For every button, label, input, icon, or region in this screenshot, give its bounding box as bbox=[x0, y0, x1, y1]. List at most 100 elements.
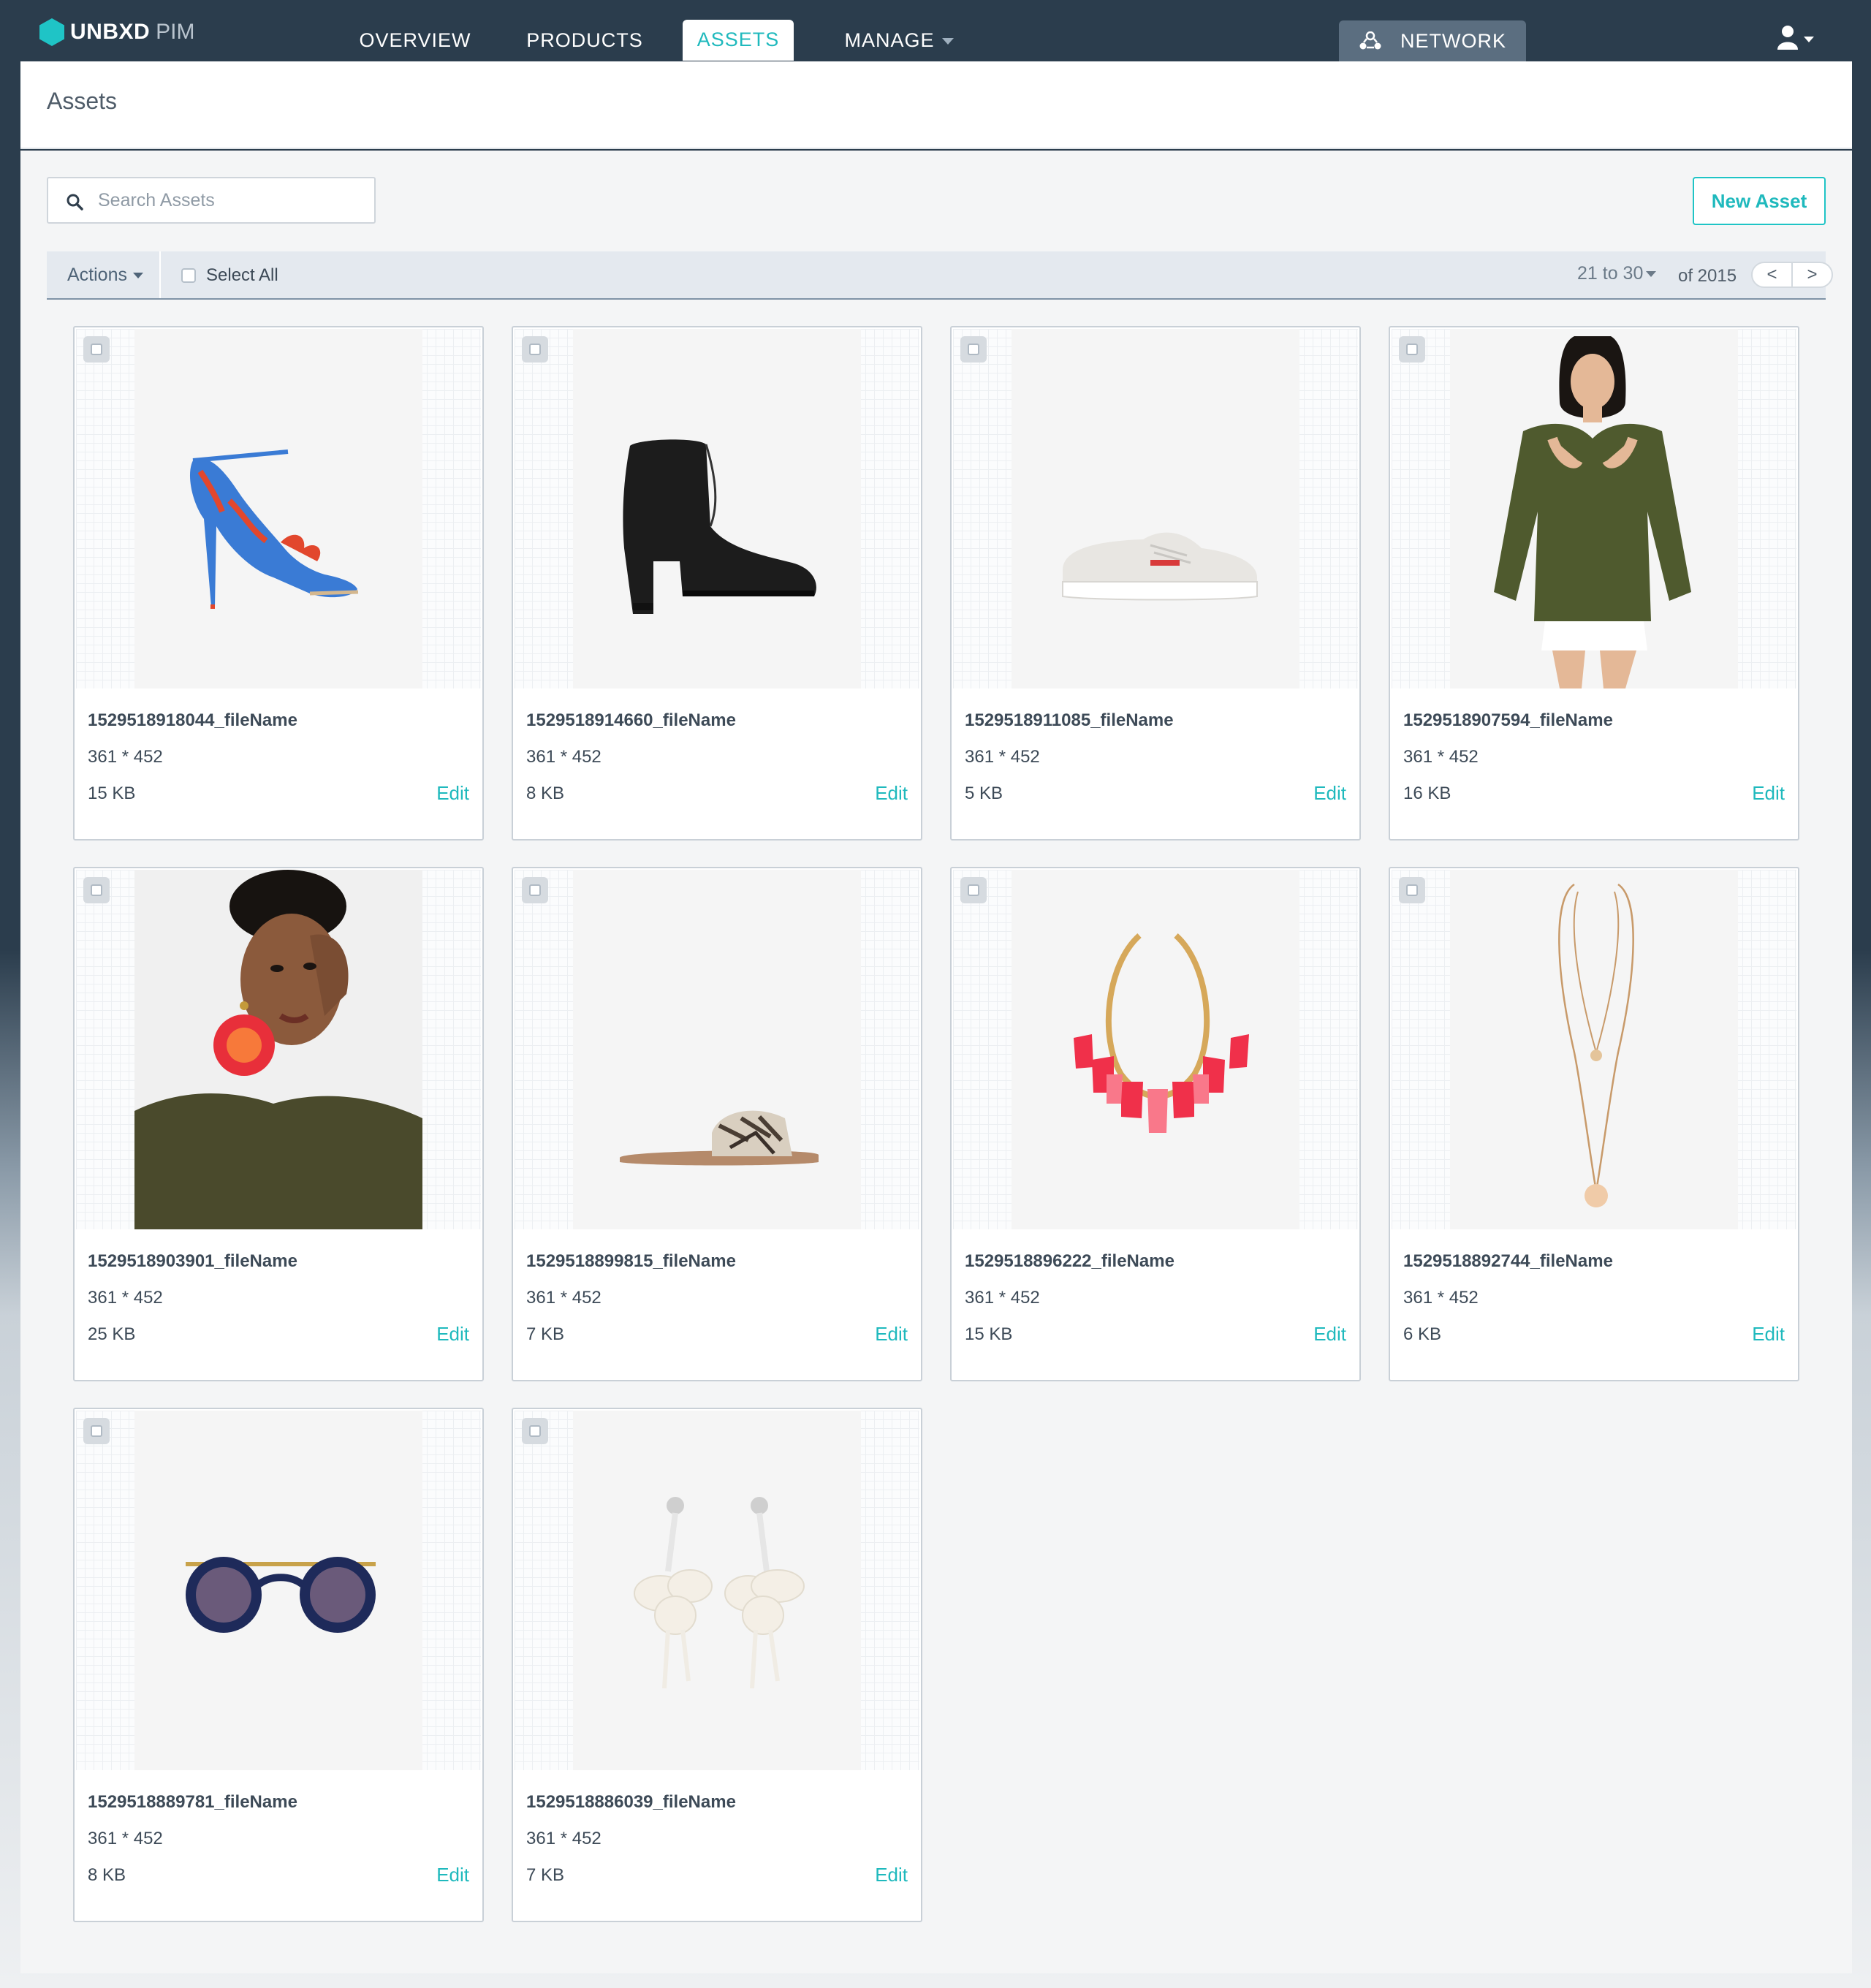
nav-overview[interactable]: OVERVIEW bbox=[342, 20, 488, 61]
asset-dimensions: 361 * 452 bbox=[1403, 1288, 1479, 1308]
asset-file-name: 1529518886039_fileName bbox=[526, 1792, 736, 1812]
nav-products[interactable]: PRODUCTS bbox=[512, 20, 658, 61]
nav-manage[interactable]: MANAGE bbox=[826, 20, 972, 61]
search-input[interactable] bbox=[98, 184, 361, 216]
next-page-button[interactable]: > bbox=[1793, 263, 1832, 287]
asset-edit-link[interactable]: Edit bbox=[875, 782, 908, 805]
asset-card[interactable]: 1529518892744_fileName 361 * 452 6 KB Ed… bbox=[1389, 867, 1799, 1381]
asset-card[interactable]: 1529518907594_fileName 361 * 452 16 KB E… bbox=[1389, 326, 1799, 841]
asset-checkbox[interactable] bbox=[960, 877, 987, 903]
user-icon bbox=[1777, 26, 1814, 50]
asset-dimensions: 361 * 452 bbox=[88, 747, 163, 767]
asset-edit-link[interactable]: Edit bbox=[436, 1864, 469, 1886]
chevron-down-icon bbox=[132, 273, 143, 279]
asset-edit-link[interactable]: Edit bbox=[1752, 782, 1785, 805]
asset-card[interactable]: 1529518918044_fileName 361 * 452 15 KB E… bbox=[73, 326, 484, 841]
nav-assets[interactable]: ASSETS bbox=[683, 20, 794, 61]
select-all-checkbox[interactable] bbox=[181, 268, 196, 283]
select-all[interactable]: Select All bbox=[181, 265, 278, 287]
asset-edit-link[interactable]: Edit bbox=[1313, 1323, 1346, 1346]
asset-dimensions: 361 * 452 bbox=[965, 1288, 1040, 1308]
asset-size: 5 KB bbox=[965, 784, 1003, 803]
assets-toolbar: Actions Select All 21 to 30 of 2015 < > bbox=[47, 251, 1833, 300]
network-button[interactable]: NETWORK bbox=[1339, 20, 1526, 61]
asset-thumbnail bbox=[1392, 870, 1796, 1229]
asset-checkbox[interactable] bbox=[83, 1418, 110, 1444]
asset-edit-link[interactable]: Edit bbox=[875, 1864, 908, 1886]
asset-checkbox[interactable] bbox=[83, 877, 110, 903]
asset-image bbox=[634, 1497, 805, 1689]
asset-image bbox=[134, 870, 422, 1229]
asset-checkbox[interactable] bbox=[522, 877, 548, 903]
asset-thumbnail bbox=[515, 329, 919, 688]
asset-card[interactable]: 1529518896222_fileName 361 * 452 15 KB E… bbox=[950, 867, 1361, 1381]
asset-thumbnail bbox=[953, 329, 1358, 688]
asset-thumbnail bbox=[76, 329, 481, 688]
asset-image bbox=[620, 1110, 819, 1166]
asset-thumbnail bbox=[515, 1411, 919, 1770]
asset-edit-link[interactable]: Edit bbox=[436, 782, 469, 805]
asset-card[interactable]: 1529518889781_fileName 361 * 452 8 KB Ed… bbox=[73, 1408, 484, 1922]
asset-file-name: 1529518889781_fileName bbox=[88, 1792, 297, 1812]
actions-dropdown[interactable]: Actions bbox=[47, 251, 161, 298]
network-label: NETWORK bbox=[1400, 30, 1506, 52]
asset-file-name: 1529518892744_fileName bbox=[1403, 1251, 1613, 1271]
chevron-down-icon bbox=[941, 38, 954, 45]
asset-file-name: 1529518914660_fileName bbox=[526, 710, 736, 730]
prev-page-button[interactable]: < bbox=[1753, 263, 1793, 287]
page-range-dropdown[interactable]: 21 to 30 bbox=[1577, 263, 1657, 284]
asset-card[interactable]: 1529518886039_fileName 361 * 452 7 KB Ed… bbox=[512, 1408, 922, 1922]
asset-card[interactable]: 1529518911085_fileName 361 * 452 5 KB Ed… bbox=[950, 326, 1361, 841]
page-range-label: 21 to 30 bbox=[1577, 263, 1644, 284]
asset-image bbox=[189, 449, 359, 609]
asset-size: 6 KB bbox=[1403, 1324, 1442, 1344]
asset-dimensions: 361 * 452 bbox=[1403, 747, 1479, 767]
asset-checkbox[interactable] bbox=[522, 336, 548, 363]
asset-dimensions: 361 * 452 bbox=[526, 747, 601, 767]
asset-file-name: 1529518918044_fileName bbox=[88, 710, 297, 730]
asset-checkbox[interactable] bbox=[960, 336, 987, 363]
pager-buttons: < > bbox=[1751, 262, 1833, 288]
asset-dimensions: 361 * 452 bbox=[965, 747, 1040, 767]
asset-file-name: 1529518911085_fileName bbox=[965, 710, 1174, 730]
asset-edit-link[interactable]: Edit bbox=[436, 1323, 469, 1346]
logo-product: PIM bbox=[156, 20, 195, 44]
nav-assets-label: ASSETS bbox=[697, 29, 780, 50]
asset-dimensions: 361 * 452 bbox=[88, 1829, 163, 1848]
logo[interactable]: UNBXD PIM bbox=[39, 16, 195, 48]
asset-size: 25 KB bbox=[88, 1324, 136, 1344]
asset-edit-link[interactable]: Edit bbox=[1313, 782, 1346, 805]
asset-edit-link[interactable]: Edit bbox=[875, 1323, 908, 1346]
asset-card[interactable]: 1529518914660_fileName 361 * 452 8 KB Ed… bbox=[512, 326, 922, 841]
asset-dimensions: 361 * 452 bbox=[526, 1829, 601, 1848]
asset-dimensions: 361 * 452 bbox=[88, 1288, 163, 1308]
logo-hex-icon bbox=[39, 18, 64, 46]
page-total: of 2015 bbox=[1678, 266, 1737, 286]
asset-card[interactable]: 1529518899815_fileName 361 * 452 7 KB Ed… bbox=[512, 867, 922, 1381]
page-title: Assets bbox=[47, 88, 118, 114]
asset-image bbox=[623, 439, 816, 614]
asset-thumbnail bbox=[1392, 329, 1796, 688]
new-asset-button[interactable]: New Asset bbox=[1693, 177, 1826, 225]
user-menu[interactable] bbox=[1777, 25, 1815, 51]
nav-products-label: PRODUCTS bbox=[526, 29, 643, 51]
asset-image bbox=[1062, 532, 1258, 601]
asset-size: 16 KB bbox=[1403, 784, 1451, 803]
asset-checkbox[interactable] bbox=[1399, 877, 1425, 903]
asset-edit-link[interactable]: Edit bbox=[1752, 1323, 1785, 1346]
asset-card[interactable]: 1529518903901_fileName 361 * 452 25 KB E… bbox=[73, 867, 484, 1381]
asset-thumbnail bbox=[515, 870, 919, 1229]
asset-image bbox=[1074, 933, 1249, 1133]
asset-checkbox[interactable] bbox=[83, 336, 110, 363]
page-header: Assets bbox=[20, 61, 1852, 149]
top-navigation: UNBXD PIM OVERVIEW PRODUCTS ASSETS MANAG… bbox=[0, 0, 1871, 61]
search-box[interactable] bbox=[47, 177, 376, 224]
actions-label: Actions bbox=[67, 265, 127, 285]
asset-file-name: 1529518903901_fileName bbox=[88, 1251, 297, 1271]
asset-size: 15 KB bbox=[965, 1324, 1013, 1344]
asset-file-name: 1529518899815_fileName bbox=[526, 1251, 736, 1271]
asset-checkbox[interactable] bbox=[522, 1418, 548, 1444]
asset-image bbox=[186, 1557, 376, 1633]
asset-size: 8 KB bbox=[88, 1865, 126, 1885]
asset-checkbox[interactable] bbox=[1399, 336, 1425, 363]
